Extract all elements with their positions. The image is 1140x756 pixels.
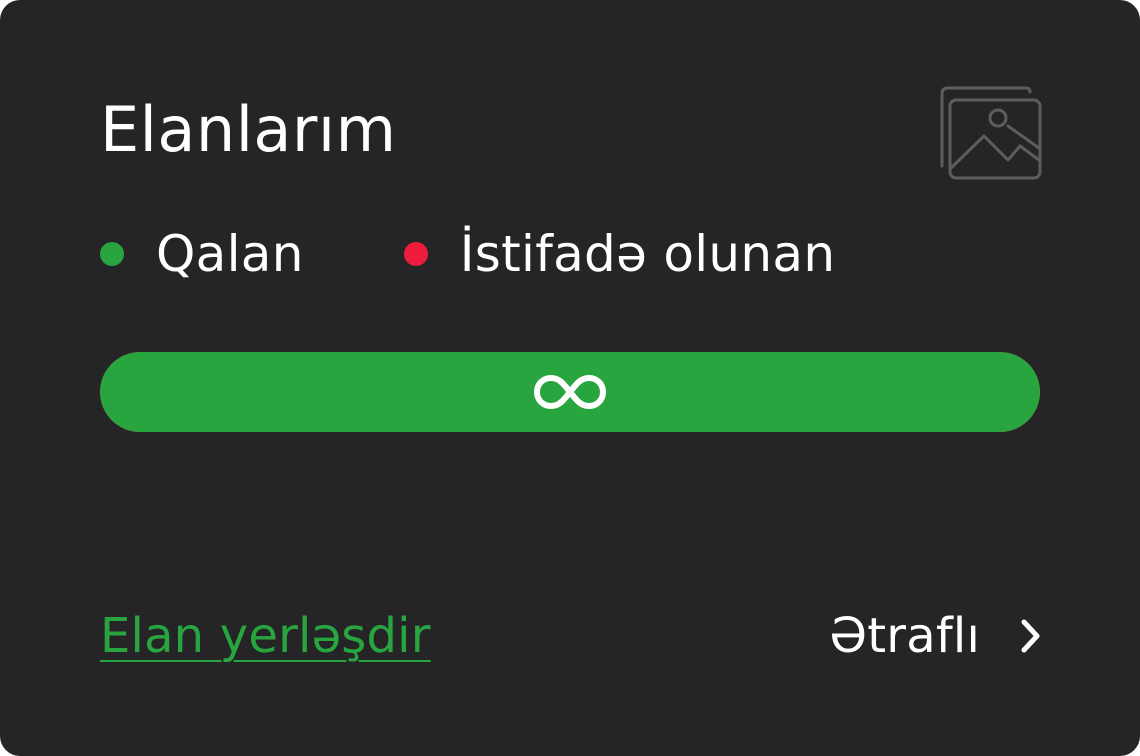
legend-used: İstifadə olunan — [403, 222, 836, 286]
details-link[interactable]: Ətraflı — [829, 604, 1044, 668]
infinity-icon — [533, 374, 607, 410]
usage-progress-bar — [100, 352, 1040, 432]
legend: Qalan İstifadə olunan — [100, 222, 835, 286]
legend-remaining: Qalan — [100, 222, 304, 286]
remaining-label: Qalan — [156, 225, 304, 283]
post-ad-link[interactable]: Elan yerləşdir — [100, 604, 431, 668]
my-ads-card: Elanlarım Qalan İstifadə olunan Elan yer… — [0, 0, 1140, 756]
chevron-right-icon — [1021, 619, 1040, 653]
card-title: Elanlarım — [100, 93, 397, 166]
image-gallery-icon — [940, 86, 1042, 180]
details-label: Ətraflı — [829, 608, 980, 664]
remaining-dot — [100, 242, 124, 266]
used-label: İstifadə olunan — [459, 225, 836, 283]
used-dot — [403, 242, 428, 266]
